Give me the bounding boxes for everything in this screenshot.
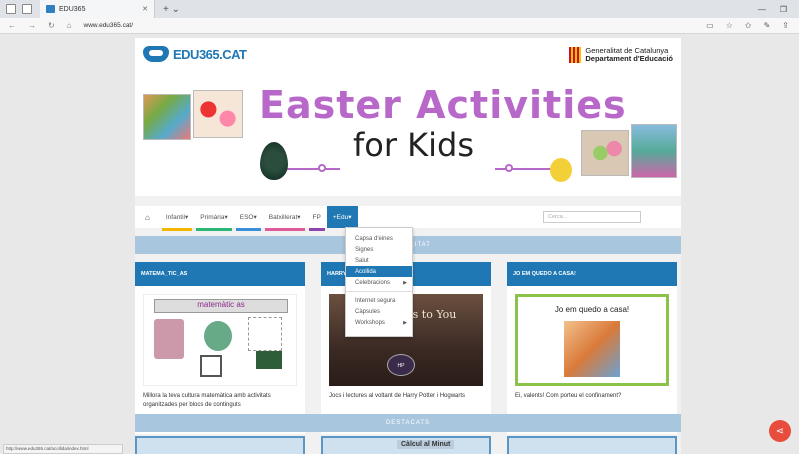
- banner-dot-right: [505, 164, 513, 172]
- reading-view-icon[interactable]: ▭: [706, 21, 714, 30]
- banner-line-right: [495, 168, 553, 170]
- destacat-thumb-1[interactable]: [135, 436, 305, 454]
- banner-line-left: [285, 168, 340, 170]
- card-image-text: Jo em quedo a casa!: [554, 305, 630, 314]
- card-title: JO EM QUEDO A CASA!: [507, 262, 677, 286]
- menu-item-capsules[interactable]: Càpsules: [346, 306, 412, 317]
- site-header: EDU365.CAT Generalitat de Catalunya Depa…: [135, 38, 681, 80]
- senyera-icon: [569, 47, 582, 63]
- status-bar-url: http://www.edu365.cat/acollida/index.htm…: [3, 444, 123, 454]
- close-tab-icon[interactable]: ✕: [142, 5, 148, 13]
- nav-label: Batxillerat: [268, 213, 298, 221]
- menu-item-capsa[interactable]: Capsa d'eines: [346, 233, 412, 244]
- menu-item-label: Workshops: [355, 319, 385, 326]
- share-browser-icon[interactable]: ⇪: [782, 21, 789, 30]
- easter-photo-3: [581, 130, 629, 176]
- share-icon[interactable]: ⋖: [769, 420, 791, 442]
- submenu-arrow-icon: ▶: [403, 279, 407, 286]
- generalitat-logo[interactable]: Generalitat de Catalunya Departament d'E…: [569, 47, 673, 63]
- tab-title: EDU365: [59, 5, 86, 13]
- page-viewport: EDU365.CAT Generalitat de Catalunya Depa…: [0, 34, 799, 454]
- favorites-icon[interactable]: ✩: [745, 21, 752, 30]
- site-container: EDU365.CAT Generalitat de Catalunya Depa…: [135, 38, 681, 454]
- section-destacats: DESTACATS: [135, 414, 681, 432]
- nav-primaria[interactable]: Primària ▾: [194, 206, 233, 231]
- edu365-favicon-icon: [46, 5, 55, 13]
- mes-edu-dropdown: Capsa d'eines Signes Salut Acollida Cele…: [345, 227, 413, 337]
- nav-mes-edu[interactable]: +Edu ▾: [326, 206, 358, 228]
- card-description: Ei, valents! Com porteu el confinament?: [515, 393, 622, 399]
- card-image-text: matemàtic as: [154, 299, 288, 313]
- nav-label: ESO: [239, 213, 254, 221]
- logo-text: EDU365.CAT: [173, 46, 247, 62]
- nav-label: +Edu: [332, 213, 349, 221]
- nav-eso[interactable]: ESO ▾: [234, 206, 263, 231]
- gov-line2: Departament d'Educació: [585, 54, 673, 63]
- easter-photo-2: [193, 90, 243, 138]
- cat-logo-icon: [143, 46, 169, 62]
- menu-divider: [346, 291, 412, 292]
- maximize-icon[interactable]: ❐: [780, 5, 787, 14]
- home-icon[interactable]: ⌂: [67, 21, 72, 30]
- browser-tab-bar: EDU365 ✕ + ⌄ — ❐: [0, 0, 799, 18]
- card-description: Millora la teva cultura matemàtica amb a…: [143, 393, 271, 408]
- card-jo-em-quedo[interactable]: JO EM QUEDO A CASA! Jo em quedo a casa! …: [507, 262, 677, 434]
- nav-fp[interactable]: FP: [307, 206, 327, 231]
- easter-photo-4: [631, 124, 677, 178]
- easter-banner[interactable]: Easter Activities for Kids: [135, 80, 681, 196]
- home-nav-icon[interactable]: ⌂: [145, 213, 150, 222]
- main-navbar: ⌂ Infantil ▾ Primària ▾ ESO ▾ Batxillerat ▾ …: [135, 206, 681, 231]
- peacock-egg-icon: [260, 142, 288, 180]
- favorite-star-icon[interactable]: ☆: [726, 21, 733, 30]
- menu-item-internet-segura[interactable]: Internet segura: [346, 295, 412, 306]
- search-input[interactable]: Cerca...: [543, 211, 641, 223]
- nav-batxillerat[interactable]: Batxillerat ▾: [263, 206, 307, 231]
- menu-item-signes[interactable]: Signes: [346, 244, 412, 255]
- menu-item-label: Celebracions: [355, 279, 391, 286]
- nav-label: Infantil: [165, 213, 185, 221]
- submenu-arrow-icon: ▶: [403, 319, 407, 326]
- menu-item-acollida[interactable]: Acollida: [346, 266, 412, 277]
- destacat-thumb-2[interactable]: Càlcul al Minut: [321, 436, 491, 454]
- chick-icon: [550, 158, 572, 182]
- banner-subtitle: for Kids: [353, 126, 475, 164]
- nav-infantil[interactable]: Infantil ▾: [160, 206, 194, 231]
- banner-dot-left: [318, 164, 326, 172]
- menu-item-celebracions[interactable]: Celebracions ▶: [346, 277, 412, 288]
- url-field[interactable]: www.edu365.cat/: [84, 22, 134, 29]
- new-tab-icon[interactable]: + ⌄: [163, 4, 180, 15]
- minimize-icon[interactable]: —: [758, 5, 766, 14]
- refresh-icon[interactable]: ↻: [48, 21, 55, 30]
- back-icon[interactable]: ←: [8, 21, 16, 30]
- card-image-jo-em-quedo: Jo em quedo a casa!: [515, 294, 669, 386]
- card-title: MATEMA_TIC_AS: [135, 262, 305, 286]
- card-matematicas[interactable]: MATEMA_TIC_AS matemàtic as Millora la te…: [135, 262, 305, 434]
- banner-title: Easter Activities: [259, 83, 627, 127]
- menu-item-workshops[interactable]: Workshops ▶: [346, 317, 412, 328]
- nav-label: FP: [312, 213, 321, 221]
- card-description: Jocs i lectures al voltant de Harry Pott…: [329, 393, 466, 399]
- destacat-thumb-3[interactable]: [507, 436, 677, 454]
- nav-label: Primària: [200, 213, 225, 221]
- edu365-logo[interactable]: EDU365.CAT: [143, 46, 247, 62]
- browser-tab[interactable]: EDU365 ✕: [40, 0, 155, 18]
- tab-preview-icon[interactable]: [22, 4, 32, 14]
- forward-icon[interactable]: →: [28, 21, 36, 30]
- address-bar: ← → ↻ ⌂ www.edu365.cat/ ▭ ☆ ✩ ✎ ⇪: [0, 18, 799, 34]
- pen-icon[interactable]: ✎: [764, 21, 771, 30]
- menu-item-salut[interactable]: Salut: [346, 255, 412, 266]
- calcul-al-minut-label: Càlcul al Minut: [397, 440, 455, 449]
- easter-photo-1: [143, 94, 191, 140]
- tab-actions-icon[interactable]: [6, 4, 16, 14]
- card-image-matematicas: matemàtic as: [143, 294, 297, 386]
